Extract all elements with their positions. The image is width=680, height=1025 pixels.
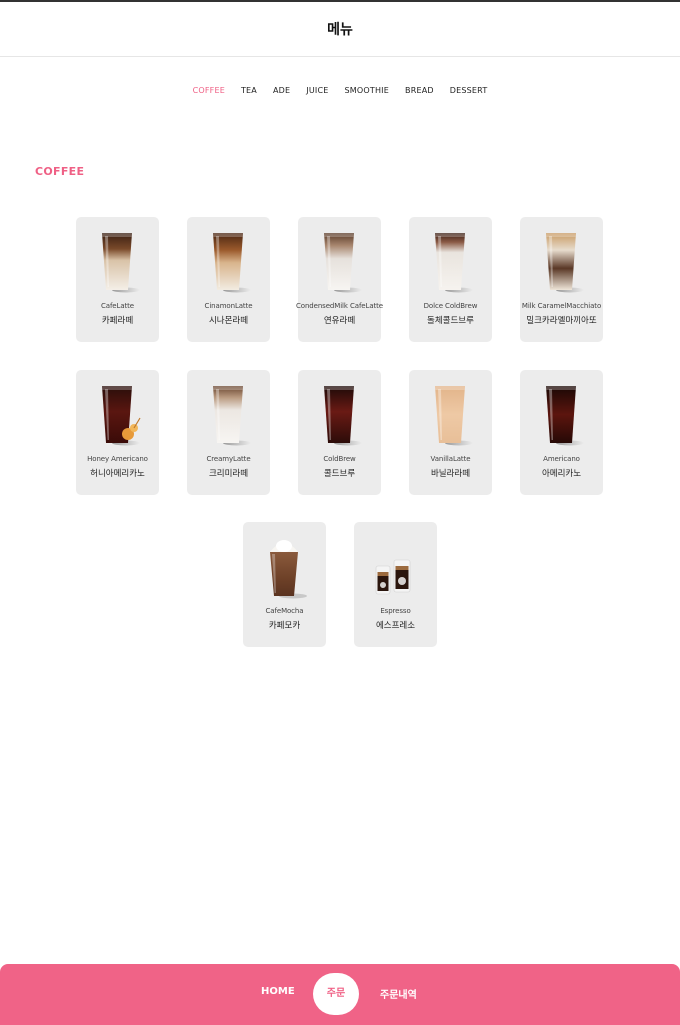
menu-item-english-name: VanillaLatte (430, 455, 471, 463)
iced-caramel-macchiato-icon (520, 227, 603, 295)
tab-juice[interactable]: JUICE (306, 86, 328, 95)
header: 메뉴 (0, 2, 680, 57)
nav-order-history[interactable]: 주문내역 (380, 986, 417, 1001)
menu-item-korean-name: 카페라떼 (101, 316, 134, 326)
menu-item-english-name: Dolce ColdBrew (423, 302, 478, 310)
iced-cinnamon-latte-icon (187, 227, 270, 295)
menu-item-korean-name: 허니아메리카노 (90, 469, 145, 479)
menu-card[interactable]: Dolce ColdBrew 돌체콜드브루 (409, 217, 492, 342)
menu-item-english-name: CondensedMilk CafeLatte (295, 302, 384, 310)
tab-dessert[interactable]: DESSERT (450, 86, 488, 95)
menu-item-korean-name: 카페모카 (268, 621, 301, 631)
tab-bread[interactable]: BREAD (405, 86, 434, 95)
tab-coffee[interactable]: COFFEE (193, 86, 225, 95)
iced-dolce-coldbrew-icon (409, 227, 492, 295)
iced-mocha-icon (243, 532, 326, 600)
bottom-nav: HOME 주문 주문내역 (0, 964, 680, 1025)
menu-item-english-name: CreamyLatte (206, 455, 251, 463)
menu-item-english-name: CafeLatte (100, 302, 135, 310)
menu-item-korean-name: 밀크카라멜마끼아또 (526, 316, 597, 326)
menu-item-korean-name: 연유라떼 (323, 316, 356, 326)
iced-condensed-milk-latte-icon (298, 227, 381, 295)
iced-latte-icon (76, 227, 159, 295)
menu-item-english-name: Milk CaramelMacchiato (521, 302, 602, 310)
section-title: COFFEE (35, 165, 85, 178)
iced-americano-icon (520, 380, 603, 448)
tab-smoothie[interactable]: SMOOTHIE (345, 86, 390, 95)
iced-vanilla-latte-icon (409, 380, 492, 448)
page-title: 메뉴 (327, 22, 353, 38)
menu-item-korean-name: 크리미라떼 (208, 469, 249, 479)
iced-honey-americano-icon (76, 380, 159, 448)
iced-coldbrew-icon (298, 380, 381, 448)
menu-card[interactable]: CafeMocha 카페모카 (243, 522, 326, 647)
menu-card[interactable]: Espresso 에스프레소 (354, 522, 437, 647)
menu-card[interactable]: CafeLatte 카페라떼 (76, 217, 159, 342)
menu-card[interactable]: Honey Americano 허니아메리카노 (76, 370, 159, 495)
menu-item-english-name: Americano (543, 455, 580, 463)
menu-card[interactable]: CinamonLatte 시나몬라떼 (187, 217, 270, 342)
menu-item-korean-name: 돌체콜드브루 (427, 316, 474, 326)
menu-item-korean-name: 시나몬라떼 (208, 316, 249, 326)
menu-card[interactable]: Americano 아메리카노 (520, 370, 603, 495)
menu-item-english-name: CafeMocha (265, 607, 304, 615)
nav-order[interactable]: 주문 (313, 973, 359, 1015)
menu-item-english-name: Espresso (380, 607, 411, 615)
menu-item-korean-name: 아메리카노 (541, 469, 582, 479)
espresso-shot-icon (354, 532, 437, 600)
menu-card[interactable]: CondensedMilk CafeLatte 연유라떼 (296, 217, 383, 342)
menu-card[interactable]: ColdBrew 콜드브루 (298, 370, 381, 495)
tab-tea[interactable]: TEA (241, 86, 257, 95)
iced-creamy-latte-icon (187, 380, 270, 448)
category-tabs: COFFEE TEA ADE JUICE SMOOTHIE BREAD DESS… (0, 86, 680, 100)
menu-card[interactable]: CreamyLatte 크리미라떼 (187, 370, 270, 495)
menu-item-english-name: CinamonLatte (204, 302, 253, 310)
menu-card[interactable]: VanillaLatte 바닐라라떼 (409, 370, 492, 495)
menu-item-korean-name: 에스프레소 (375, 621, 416, 631)
menu-card[interactable]: Milk CaramelMacchiato 밀크카라멜마끼아또 (520, 217, 603, 342)
menu-item-english-name: ColdBrew (323, 455, 356, 463)
menu-item-korean-name: 바닐라라떼 (430, 469, 471, 479)
nav-home[interactable]: HOME (261, 986, 295, 997)
menu-item-english-name: Honey Americano (87, 455, 148, 463)
menu-item-korean-name: 콜드브루 (323, 469, 356, 479)
tab-ade[interactable]: ADE (273, 86, 290, 95)
